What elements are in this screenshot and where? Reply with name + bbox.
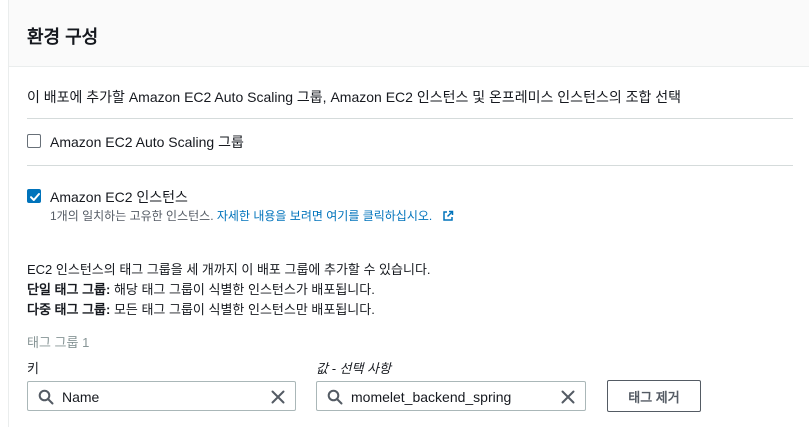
asg-checkbox-label[interactable]: Amazon EC2 Auto Scaling 그룹 bbox=[50, 132, 244, 152]
check-icon bbox=[30, 193, 40, 201]
value-label-text: 값 - 선택 사항 bbox=[316, 361, 391, 376]
environment-config-panel: 환경 구성 이 배포에 추가할 Amazon EC2 Auto Scaling … bbox=[8, 0, 809, 427]
ec2-match-info: 1개의 일치하는 고유한 인스턴스. 자세한 내용을 보려면 여기를 클릭하십시… bbox=[50, 207, 454, 224]
details-link[interactable]: 자세한 내용을 보려면 여기를 클릭하십시오. bbox=[217, 209, 432, 223]
divider bbox=[27, 165, 793, 166]
tag-key-value[interactable]: Name bbox=[62, 389, 99, 405]
close-icon[interactable] bbox=[560, 389, 576, 405]
panel-description: 이 배포에 추가할 Amazon EC2 Auto Scaling 그룹, Am… bbox=[27, 89, 682, 105]
panel-header: 환경 구성 bbox=[9, 0, 809, 67]
tag-group-title: 태그 그룹 1 bbox=[27, 335, 90, 350]
remove-tag-button[interactable]: 태그 제거 bbox=[607, 380, 701, 412]
single-tag-group-text: 해당 태그 그룹이 식별한 인스턴스가 배포됩니다. bbox=[110, 282, 375, 297]
single-tag-group-label: 단일 태그 그룹: bbox=[27, 282, 111, 297]
external-link-icon[interactable] bbox=[442, 210, 454, 222]
tag-value-input[interactable]: momelet_backend_spring bbox=[316, 381, 586, 411]
multi-tag-group-label: 다중 태그 그룹: bbox=[27, 302, 111, 317]
search-icon bbox=[327, 389, 343, 405]
tag-group-info: EC2 인스턴스의 태그 그룹을 세 개까지 이 배포 그룹에 추가할 수 있습… bbox=[27, 262, 431, 277]
tag-value-value[interactable]: momelet_backend_spring bbox=[351, 389, 511, 405]
ec2-instances-checkbox-label[interactable]: Amazon EC2 인스턴스 bbox=[50, 187, 188, 207]
matching-instances-count: 1개의 일치하는 고유한 인스턴스. bbox=[50, 209, 214, 223]
close-icon[interactable] bbox=[270, 389, 286, 405]
divider bbox=[27, 118, 793, 119]
single-tag-group-info: 단일 태그 그룹: 해당 태그 그룹이 식별한 인스턴스가 배포됩니다. bbox=[27, 279, 375, 298]
value-label: 값 - 선택 사항 bbox=[316, 358, 391, 377]
key-label: 키 bbox=[27, 361, 39, 376]
ec2-instances-checkbox[interactable] bbox=[27, 189, 41, 203]
asg-checkbox[interactable] bbox=[27, 134, 41, 148]
multi-tag-group-info: 다중 태그 그룹: 모든 태그 그룹이 식별한 인스턴스만 배포됩니다. bbox=[27, 299, 375, 318]
panel-title: 환경 구성 bbox=[27, 27, 99, 47]
multi-tag-group-text: 모든 태그 그룹이 식별한 인스턴스만 배포됩니다. bbox=[110, 302, 375, 317]
tag-key-input[interactable]: Name bbox=[27, 381, 296, 411]
search-icon bbox=[38, 389, 54, 405]
